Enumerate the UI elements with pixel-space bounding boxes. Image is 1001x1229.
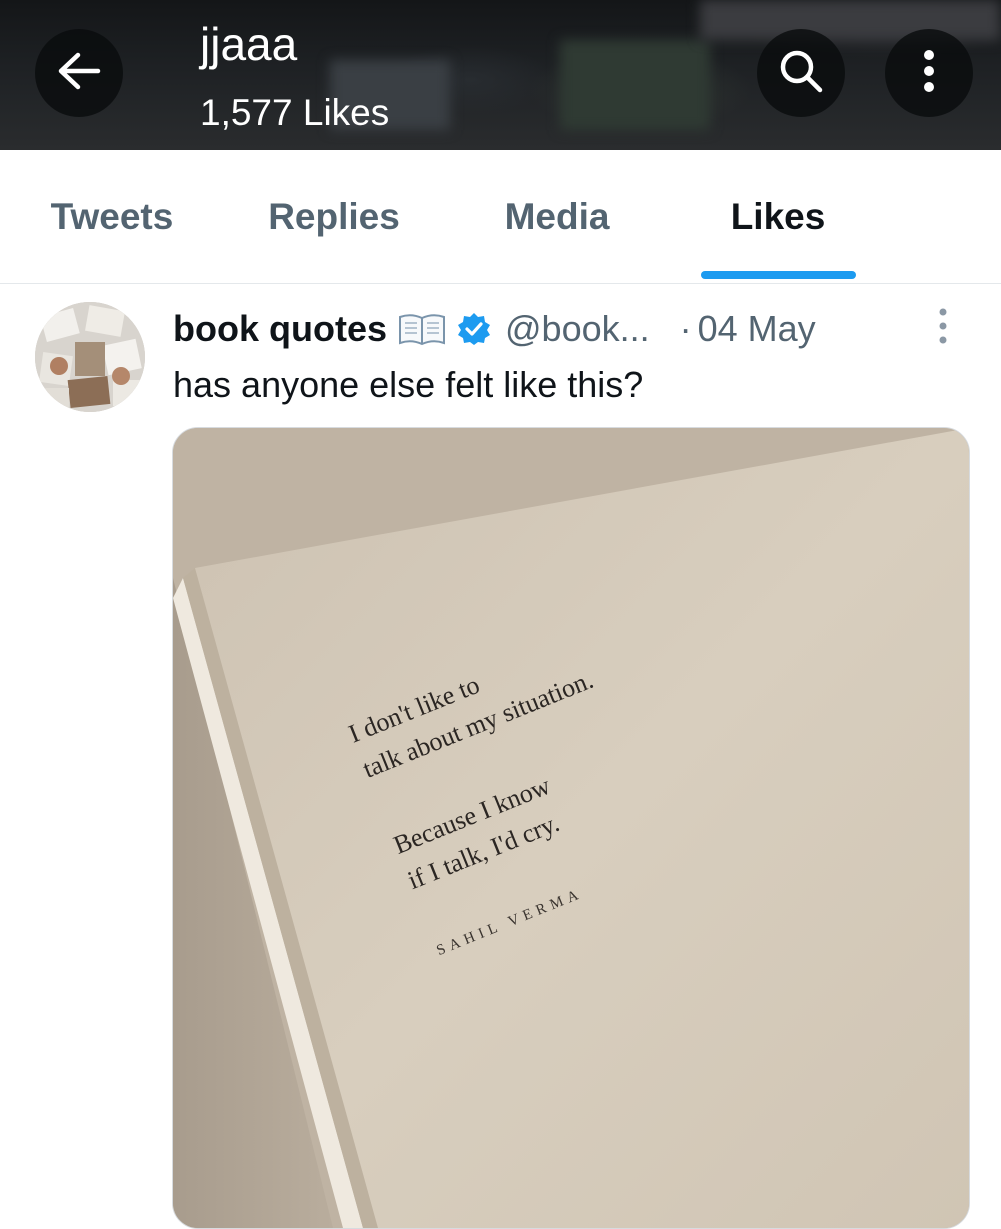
active-tab-indicator	[701, 271, 856, 279]
tweet-more-button[interactable]	[925, 305, 961, 351]
tweet-text: has anyone else felt like this?	[173, 364, 644, 405]
tab-tweets[interactable]: Tweets	[40, 150, 184, 283]
tweet-header: book quotes @book... · 04 May	[173, 304, 816, 354]
tab-media[interactable]: Media	[493, 150, 621, 283]
more-vertical-icon	[923, 49, 935, 98]
tweet-date[interactable]: 04 May	[698, 308, 816, 350]
likes-count: 1,577 Likes	[200, 92, 390, 133]
more-vertical-icon	[938, 308, 948, 349]
profile-header: jjaaa 1,577 Likes	[0, 0, 1001, 150]
search-button[interactable]	[757, 29, 845, 117]
header-background-blur	[560, 40, 710, 130]
back-button[interactable]	[35, 29, 123, 117]
tab-replies[interactable]: Replies	[256, 150, 412, 283]
avatar[interactable]	[35, 302, 145, 412]
tweet-author-handle[interactable]: @book...	[505, 308, 650, 350]
arrow-left-icon	[56, 51, 102, 96]
verified-badge-icon	[457, 312, 491, 346]
separator-dot: ·	[679, 308, 692, 349]
tweet-media-image[interactable]: I don't like to talk about my situation.…	[172, 427, 970, 1229]
open-book-emoji-icon	[397, 312, 447, 346]
header-background-blur	[700, 0, 1000, 40]
header-title: jjaaa	[200, 18, 298, 70]
more-options-button[interactable]	[885, 29, 973, 117]
tweet-author-name[interactable]: book quotes	[173, 308, 387, 350]
tab-likes[interactable]: Likes	[700, 150, 856, 283]
search-icon	[778, 48, 824, 99]
profile-tabs: Tweets Replies Media Likes	[0, 150, 1001, 284]
